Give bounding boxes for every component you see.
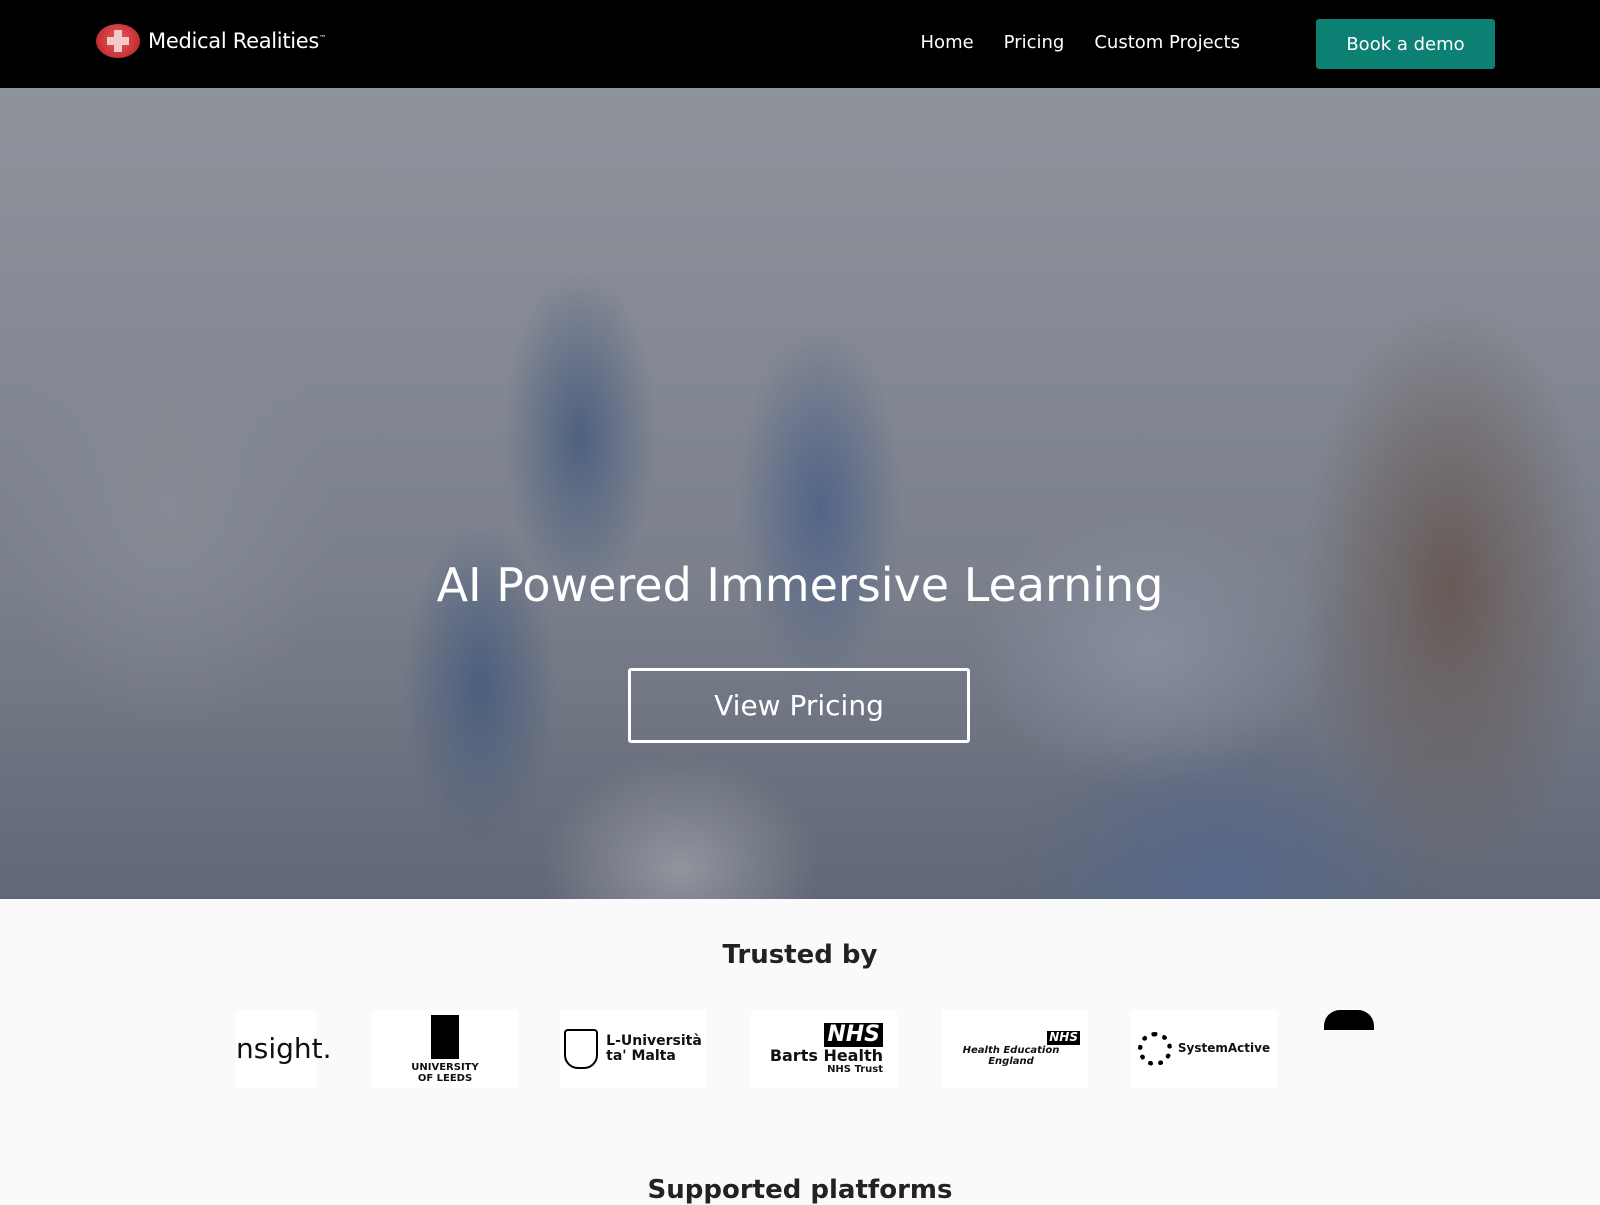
logo-partial [1321,1010,1376,1088]
partner-logos-carousel: nsight. UNIVERSITY OF LEEDS L-Università t… [236,1010,1376,1100]
logo-insight: nsight. [236,1010,332,1088]
systemactive-icon [1137,1032,1172,1066]
book-demo-button[interactable]: Book a demo [1316,19,1495,69]
crest-icon [564,1029,599,1069]
logo-barts-health: NHS Barts Health NHS Trust [751,1010,897,1088]
nav-home[interactable]: Home [921,32,974,53]
hero-headline: AI Powered Immersive Learning [436,558,1164,612]
top-nav: Medical Realities™ Home Pricing Custom P… [0,0,1600,88]
medical-cross-icon [96,24,140,58]
brand-name: Medical Realities [148,29,320,53]
view-pricing-button[interactable]: View Pricing [628,668,970,743]
trademark: ™ [319,34,326,42]
nav-pricing[interactable]: Pricing [1004,32,1065,53]
logo-university-of-malta: L-Università ta' Malta [560,1010,706,1088]
logo-systemactive: SystemActive [1131,1010,1277,1088]
logo-university-of-leeds: UNIVERSITY OF LEEDS [372,1010,518,1088]
hero-section: AI Powered Immersive Learning View Prici… [0,88,1600,899]
trusted-by-heading: Trusted by [722,940,878,970]
nav-custom-projects[interactable]: Custom Projects [1094,32,1240,53]
brand-logo[interactable]: Medical Realities™ [96,24,326,58]
supported-platforms-heading: Supported platforms [647,1175,953,1205]
leeds-tower-icon [431,1014,459,1059]
logo-health-education-england: NHS Health Education England [942,1010,1088,1088]
